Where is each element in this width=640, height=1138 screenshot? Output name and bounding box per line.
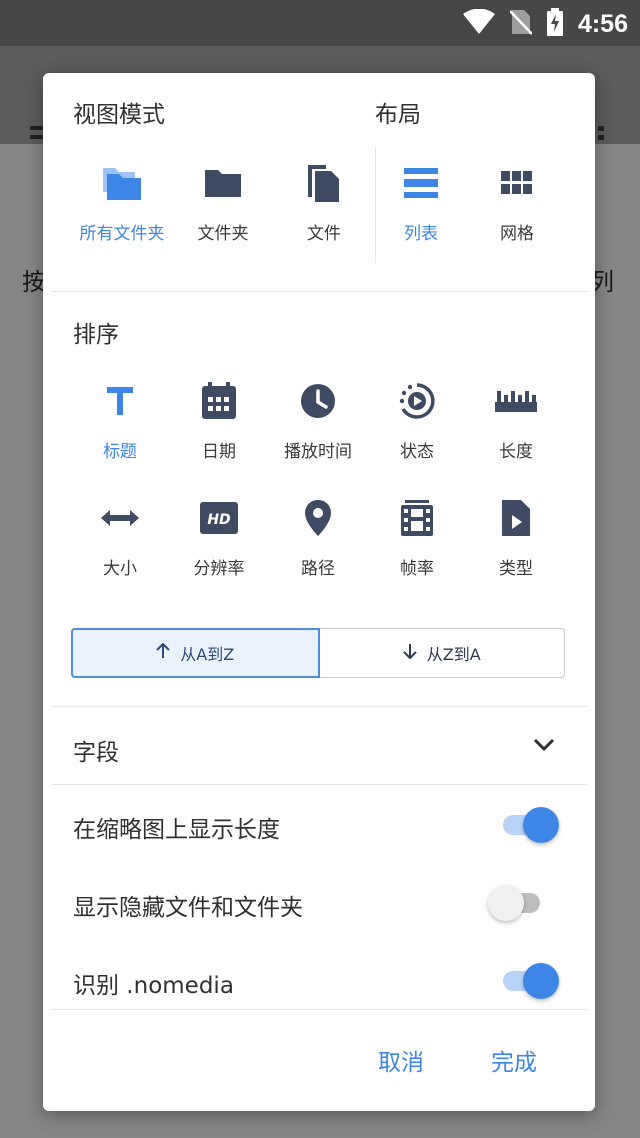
- sort-option-path[interactable]: 路径: [268, 494, 368, 579]
- sort-option-label: 帧率: [400, 559, 434, 579]
- view-mode-folders[interactable]: 文件夹: [173, 159, 273, 244]
- sort-descending-button[interactable]: 从Z到A: [319, 628, 565, 678]
- status-bar: 4:56: [0, 0, 640, 46]
- grid-icon: [467, 159, 567, 207]
- calendar-icon: [169, 377, 269, 425]
- view-mode-label: 所有文件夹: [79, 224, 165, 244]
- fields-title: 字段: [73, 740, 119, 766]
- cancel-button[interactable]: 取消: [378, 1043, 424, 1077]
- folder-multiple-icon: [72, 159, 172, 207]
- sort-option-label: 路径: [301, 559, 335, 579]
- fields-expand-row[interactable]: 字段: [43, 707, 595, 783]
- sort-option-label: 大小: [103, 559, 137, 579]
- layout-label: 网格: [500, 224, 534, 244]
- file-copy-icon: [274, 159, 374, 207]
- sort-option-resolution[interactable]: HD 分辨率: [169, 494, 269, 579]
- sort-option-label: 分辨率: [193, 559, 245, 579]
- section-divider: [51, 291, 587, 292]
- toggle-label-hidden-files: 显示隐藏文件和文件夹: [73, 895, 303, 921]
- layout-label: 列表: [404, 224, 438, 244]
- arrow-down-icon: [403, 643, 417, 663]
- sort-option-label: 标题: [103, 442, 137, 462]
- sort-option-status[interactable]: 状态: [367, 377, 467, 462]
- toggle-label-nomedia: 识别 .nomedia: [73, 973, 234, 999]
- sort-option-type[interactable]: 类型: [466, 494, 566, 579]
- battery-charging-icon: [546, 8, 564, 40]
- hidden-files-switch[interactable]: [488, 882, 548, 922]
- ruler-icon: [466, 377, 566, 425]
- sort-direction-toggle: 从A到Z 从Z到A: [71, 628, 565, 678]
- view-mode-label: 文件: [307, 224, 341, 244]
- sort-option-label: 类型: [499, 559, 533, 579]
- film-icon: [367, 494, 467, 542]
- status-time: 4:56: [577, 9, 628, 38]
- sort-title: 排序: [73, 322, 119, 348]
- status-icons: 4:56: [462, 8, 628, 40]
- view-mode-label: 文件夹: [197, 224, 249, 244]
- sort-option-label: 日期: [202, 442, 236, 462]
- layout-title: 布局: [375, 102, 421, 128]
- wifi-icon: [462, 8, 496, 39]
- sort-option-play-time[interactable]: 播放时间: [268, 377, 368, 462]
- sort-option-label: 状态: [400, 442, 434, 462]
- layout-grid[interactable]: 网格: [467, 159, 567, 244]
- sort-option-size[interactable]: 大小: [70, 494, 170, 579]
- sort-option-frame-rate[interactable]: 帧率: [367, 494, 467, 579]
- no-sim-icon: [509, 9, 533, 39]
- chevron-down-icon: [533, 737, 555, 756]
- toggle-label-thumbnail-length: 在缩略图上显示长度: [73, 817, 280, 843]
- play-status-icon: [367, 377, 467, 425]
- folder-icon: [173, 159, 273, 207]
- view-mode-files[interactable]: 文件: [274, 159, 374, 244]
- location-pin-icon: [268, 494, 368, 542]
- view-mode-title: 视图模式: [73, 102, 165, 128]
- section-divider: [51, 784, 587, 785]
- list-icon: [371, 159, 471, 207]
- layout-list[interactable]: 列表: [371, 159, 471, 244]
- view-settings-dialog: 视图模式 布局 所有文件夹 文件夹 文件 列表 网格 排序 标题 日期 播放时间…: [43, 73, 595, 1111]
- sort-option-title[interactable]: 标题: [70, 377, 170, 462]
- arrow-up-icon: [156, 642, 170, 663]
- thumbnail-length-switch[interactable]: [499, 804, 559, 844]
- view-mode-all-folders[interactable]: 所有文件夹: [72, 159, 172, 244]
- section-divider: [51, 1009, 587, 1010]
- sort-option-label: 播放时间: [284, 442, 352, 462]
- sort-option-date[interactable]: 日期: [169, 377, 269, 462]
- hd-icon: HD: [169, 494, 269, 542]
- arrows-horizontal-icon: [70, 494, 170, 542]
- sort-descending-label: 从Z到A: [426, 645, 481, 664]
- sort-option-label: 长度: [499, 442, 533, 462]
- title-icon: [70, 377, 170, 425]
- svg-text:HD: HD: [207, 512, 230, 528]
- clock-icon: [268, 377, 368, 425]
- sort-ascending-button[interactable]: 从A到Z: [71, 628, 320, 678]
- sort-option-length[interactable]: 长度: [466, 377, 566, 462]
- sort-ascending-label: 从A到Z: [180, 645, 235, 664]
- video-file-icon: [466, 494, 566, 542]
- nomedia-switch[interactable]: [499, 960, 559, 1000]
- done-button[interactable]: 完成: [491, 1043, 537, 1077]
